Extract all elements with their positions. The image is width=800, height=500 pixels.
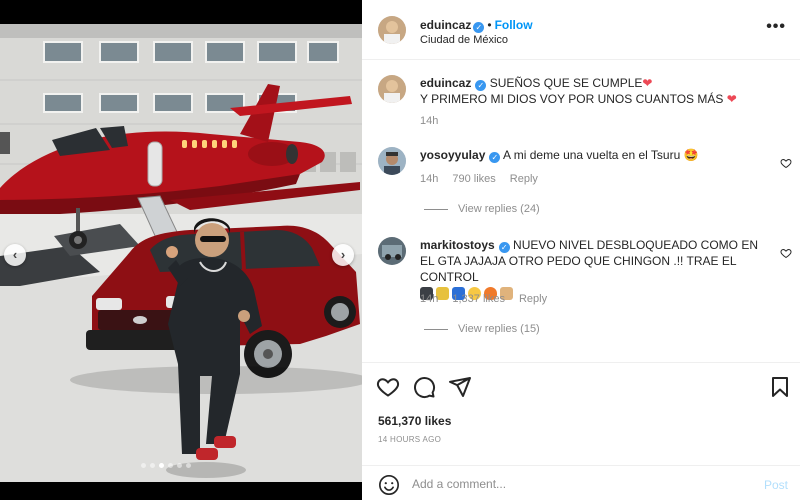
comment-bubble-icon[interactable] (412, 375, 436, 399)
instagram-post-view: ‹ › eduincaz ✓ • Follow Ciudad de México ••… (0, 0, 800, 500)
reply-button[interactable]: Reply (519, 293, 547, 305)
emoji-smile-icon[interactable] (378, 474, 400, 496)
avatar[interactable] (378, 147, 406, 175)
caption: eduincaz ✓ SUEÑOS QUE SE CUMPLE❤ Y PRIMER… (362, 75, 800, 145)
avatar[interactable] (378, 75, 406, 103)
comments-list: eduincaz ✓ SUEÑOS QUE SE CUMPLE❤ Y PRIMER… (362, 61, 800, 359)
view-replies-button[interactable]: View replies (15) (424, 323, 540, 335)
comment-username[interactable]: markitostoys (420, 238, 495, 252)
carousel-dot (150, 463, 155, 468)
comment-meta: 14h 790 likes Reply (420, 173, 552, 185)
caption-text: eduincaz ✓ SUEÑOS QUE SE CUMPLE❤ Y PRIMER… (420, 75, 760, 107)
caption-line-2: Y PRIMERO MI DIOS VOY POR UNOS CUANTOS M… (420, 92, 724, 106)
heart-emoji: ❤ (726, 92, 737, 106)
comment-item: yosoyyulay ✓ A mi deme una vuelta en el T… (362, 147, 800, 227)
verified-badge-icon: ✓ (498, 242, 510, 253)
carousel-dot (159, 463, 164, 468)
heart-emoji: ❤ (642, 76, 653, 90)
post-header: eduincaz ✓ • Follow Ciudad de México ••• (362, 0, 800, 60)
carousel-dot (168, 463, 173, 468)
comment-text: markitostoys ✓ NUEVO NIVEL DESBLOQUEADO C… (420, 237, 760, 300)
header-username[interactable]: eduincaz (420, 18, 471, 32)
comment-time: 14h (420, 293, 439, 305)
carousel-dot (141, 463, 146, 468)
post-photo (0, 24, 362, 482)
post-media: ‹ › (0, 0, 362, 500)
verified-badge-icon: ✓ (475, 80, 487, 91)
verified-badge-icon: ✓ (473, 22, 485, 33)
more-options-icon[interactable]: ••• (766, 18, 786, 36)
carousel-dot (177, 463, 182, 468)
comment-likes[interactable]: 790 likes (452, 173, 495, 185)
star-struck-emoji: 🤩 (683, 148, 699, 162)
comment-likes[interactable]: 1,337 likes (452, 293, 505, 305)
post-actions (362, 362, 800, 410)
view-replies-label: View replies (24) (458, 203, 540, 215)
separator-dot: • (487, 18, 492, 32)
comment-text: yosoyyulay ✓ A mi deme una vuelta en el T… (420, 147, 760, 163)
view-replies-button[interactable]: View replies (24) (424, 203, 540, 215)
comment-meta: 14h 1,337 likes Reply (420, 293, 561, 305)
like-comment-heart-icon[interactable] (780, 247, 792, 259)
view-replies-label: View replies (15) (458, 323, 540, 335)
comment-body: A mi deme una vuelta en el Tsuru (503, 148, 681, 162)
share-paper-plane-icon[interactable] (448, 375, 472, 399)
carousel-dots (141, 463, 191, 468)
carousel-dot (186, 463, 191, 468)
caption-username[interactable]: eduincaz (420, 76, 471, 90)
follow-button[interactable]: Follow (495, 18, 533, 32)
like-comment-heart-icon[interactable] (780, 157, 792, 169)
caption-line-1: SUEÑOS QUE SE CUMPLE (489, 76, 643, 90)
reply-button[interactable]: Reply (510, 173, 538, 185)
comment-time: 14h (420, 173, 439, 185)
comment-item: markitostoys ✓ NUEVO NIVEL DESBLOQUEADO C… (362, 237, 800, 357)
post-timestamp: 14 HOURS AGO (378, 435, 442, 444)
save-bookmark-icon[interactable] (768, 375, 792, 399)
caption-meta: 14h (420, 115, 452, 127)
add-comment-bar: Post (362, 465, 800, 500)
carousel-prev-button[interactable]: ‹ (4, 244, 26, 266)
caption-time: 14h (420, 115, 439, 127)
post-sidebar: eduincaz ✓ • Follow Ciudad de México ••• ed… (362, 0, 800, 500)
likes-count[interactable]: 561,370 likes (378, 414, 451, 428)
carousel-next-button[interactable]: › (332, 244, 354, 266)
avatar[interactable] (378, 16, 406, 44)
post-comment-button[interactable]: Post (764, 478, 788, 492)
header-user-line: eduincaz ✓ • Follow (420, 16, 533, 34)
comment-username[interactable]: yosoyyulay (420, 148, 485, 162)
verified-badge-icon: ✓ (489, 152, 501, 163)
comment-input[interactable] (412, 475, 712, 493)
avatar[interactable] (378, 237, 406, 265)
like-heart-icon[interactable] (376, 375, 400, 399)
location-link[interactable]: Ciudad de México (420, 34, 508, 46)
